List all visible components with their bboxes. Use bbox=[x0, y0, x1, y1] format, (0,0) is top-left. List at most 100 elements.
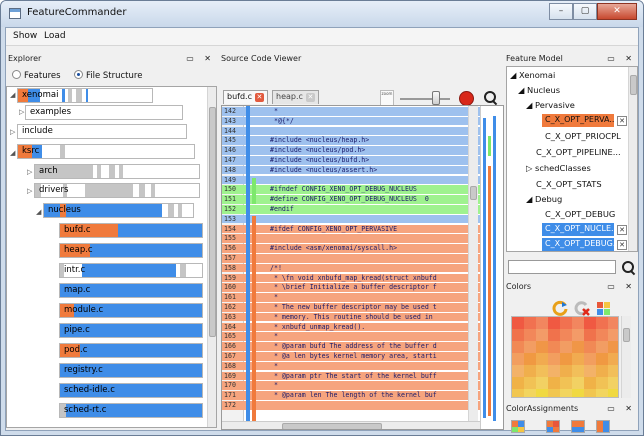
feature-item-opt-pervasive[interactable]: C_X_OPT_PERVA... bbox=[542, 114, 614, 127]
color-swatch[interactable] bbox=[512, 353, 524, 365]
color-swatch[interactable] bbox=[548, 329, 560, 341]
close-button[interactable]: ✕ bbox=[597, 3, 637, 20]
color-swatch[interactable] bbox=[548, 377, 560, 389]
color-swatch[interactable] bbox=[584, 389, 596, 397]
colors-dock-buttons[interactable]: ▭ ✕ bbox=[607, 282, 636, 291]
code-line[interactable]: 144 bbox=[222, 126, 482, 136]
palette-icon[interactable] bbox=[596, 300, 612, 316]
code-line[interactable]: 155 bbox=[222, 234, 482, 243]
code-line[interactable]: 160 * \brief Initialize a buffer descrip… bbox=[222, 283, 482, 292]
colors-scrollbar[interactable] bbox=[621, 316, 631, 398]
code-line[interactable]: 146 #include <nucleus/pod.h> bbox=[222, 146, 482, 155]
color-swatch[interactable] bbox=[524, 317, 536, 329]
color-swatch[interactable] bbox=[572, 365, 584, 377]
color-swatch[interactable] bbox=[572, 329, 584, 341]
color-swatch[interactable] bbox=[608, 377, 618, 389]
assignment-swatch[interactable] bbox=[511, 420, 525, 433]
color-swatch[interactable] bbox=[536, 377, 548, 389]
colors-scroll-thumb[interactable] bbox=[623, 328, 630, 342]
color-swatch[interactable] bbox=[524, 365, 536, 377]
color-swatch[interactable] bbox=[584, 329, 596, 341]
code-line[interactable]: 149 bbox=[222, 175, 482, 185]
color-swatch[interactable] bbox=[524, 341, 536, 353]
code-line[interactable]: 152 #endif bbox=[222, 205, 482, 214]
code-line[interactable]: 147 #include <nucleus/bufd.h> bbox=[222, 156, 482, 165]
color-swatch[interactable] bbox=[524, 329, 536, 341]
collapse-icon[interactable]: ◢ bbox=[10, 91, 15, 99]
color-swatch[interactable] bbox=[608, 341, 618, 353]
code-hscrollbar[interactable] bbox=[222, 421, 480, 429]
color-swatch[interactable] bbox=[536, 317, 548, 329]
color-swatch[interactable] bbox=[548, 365, 560, 377]
explorer-dock-buttons[interactable]: ▭ ✕ bbox=[186, 54, 215, 63]
assignment-swatch[interactable] bbox=[596, 420, 610, 433]
tree-node-bufd[interactable]: bufd.c bbox=[59, 223, 203, 238]
code-line[interactable]: 157 bbox=[222, 254, 482, 263]
code-line[interactable]: 166 * @param bufd The address of the buf… bbox=[222, 342, 482, 351]
tree-node-drivers[interactable]: drivers bbox=[34, 183, 200, 198]
tree-node-heap[interactable]: heap.c bbox=[59, 243, 203, 258]
code-line[interactable]: 171 * @param len The length of the kerne… bbox=[222, 391, 482, 400]
color-swatch[interactable] bbox=[560, 341, 572, 353]
remove-color-icon[interactable]: ✕ bbox=[617, 240, 627, 250]
color-swatch[interactable] bbox=[596, 377, 608, 389]
code-line[interactable]: 143 *@{*/ bbox=[222, 116, 482, 126]
color-swatch[interactable] bbox=[548, 389, 560, 397]
expand-icon[interactable]: ▷ bbox=[526, 163, 532, 173]
color-swatch[interactable] bbox=[572, 389, 584, 397]
tree-node-examples[interactable]: examples bbox=[25, 105, 183, 120]
feature-item-xenomai[interactable]: ◢ Xenomai bbox=[510, 70, 555, 80]
code-line[interactable]: 165 * bbox=[222, 332, 482, 341]
color-swatch[interactable] bbox=[560, 317, 572, 329]
color-swatch[interactable] bbox=[596, 341, 608, 353]
code-editor[interactable]: 142 * 143 *@{*/144 145 #include <nucleus/he… bbox=[221, 105, 504, 430]
color-swatch[interactable] bbox=[608, 389, 618, 397]
color-swatch[interactable] bbox=[536, 353, 548, 365]
close-tab-icon[interactable]: ✕ bbox=[254, 93, 264, 102]
explorer-scroll-thumb[interactable] bbox=[209, 107, 216, 337]
code-line[interactable]: 167 * @a len bytes kernel memory area, s… bbox=[222, 352, 482, 361]
code-line[interactable]: 159 * \fn void xnbufd_map_kread(struct x… bbox=[222, 273, 482, 283]
color-swatch[interactable] bbox=[536, 341, 548, 353]
color-swatch[interactable] bbox=[536, 389, 548, 397]
color-swatch[interactable] bbox=[548, 341, 560, 353]
color-swatch[interactable] bbox=[596, 329, 608, 341]
feature-search-icon[interactable] bbox=[622, 261, 636, 275]
feature-item-opt-stats[interactable]: C_X_OPT_STATS bbox=[536, 179, 602, 189]
code-line[interactable]: 172 bbox=[222, 401, 482, 410]
assignment-swatch[interactable] bbox=[571, 420, 585, 433]
color-swatch[interactable] bbox=[536, 329, 548, 341]
color-swatch[interactable] bbox=[524, 389, 536, 397]
assignment-swatch[interactable] bbox=[546, 420, 560, 433]
collapse-icon[interactable]: ◢ bbox=[518, 85, 524, 95]
tree-node-sched-rt[interactable]: sched-rt.c bbox=[59, 403, 203, 418]
tree-node-pod[interactable]: pod.c bbox=[59, 343, 203, 358]
color-swatch[interactable] bbox=[584, 365, 596, 377]
tree-node-xenomai[interactable]: xenomai bbox=[17, 88, 153, 103]
tab-heap[interactable]: heap.c ✕ bbox=[272, 90, 319, 104]
feature-item-opt-nucleus[interactable]: C_X_OPT_NUCLE... bbox=[542, 223, 614, 236]
color-swatch[interactable] bbox=[584, 341, 596, 353]
color-swatch[interactable] bbox=[572, 353, 584, 365]
remove-color-icon[interactable]: ✕ bbox=[617, 116, 627, 126]
feature-tree-scrollbar[interactable] bbox=[628, 67, 637, 251]
color-swatch[interactable] bbox=[560, 377, 572, 389]
search-icon[interactable] bbox=[484, 91, 498, 105]
color-swatch[interactable] bbox=[512, 365, 524, 377]
color-swatch[interactable] bbox=[560, 353, 572, 365]
color-swatch[interactable] bbox=[608, 317, 618, 329]
color-swatch[interactable] bbox=[560, 329, 572, 341]
feature-search-input[interactable] bbox=[508, 260, 616, 274]
color-swatch[interactable] bbox=[584, 377, 596, 389]
code-line[interactable]: 153 bbox=[222, 214, 482, 224]
feature-item-debug[interactable]: ◢ Debug bbox=[526, 194, 562, 204]
feature-item-schedclasses[interactable]: ▷ schedClasses bbox=[526, 163, 591, 173]
expand-icon[interactable]: ▷ bbox=[27, 187, 32, 195]
tree-node-nucleus[interactable]: nucleus bbox=[43, 203, 194, 218]
tree-node-intr[interactable]: intr.c bbox=[59, 263, 203, 278]
code-line[interactable]: 169 * @param ptr The start of the kernel… bbox=[222, 371, 482, 381]
feature-item-nucleus[interactable]: ◢ Nucleus bbox=[518, 85, 560, 95]
tree-node-include[interactable]: include bbox=[17, 124, 187, 139]
code-scroll-thumb[interactable] bbox=[470, 186, 477, 200]
collapse-icon[interactable]: ◢ bbox=[526, 194, 532, 204]
